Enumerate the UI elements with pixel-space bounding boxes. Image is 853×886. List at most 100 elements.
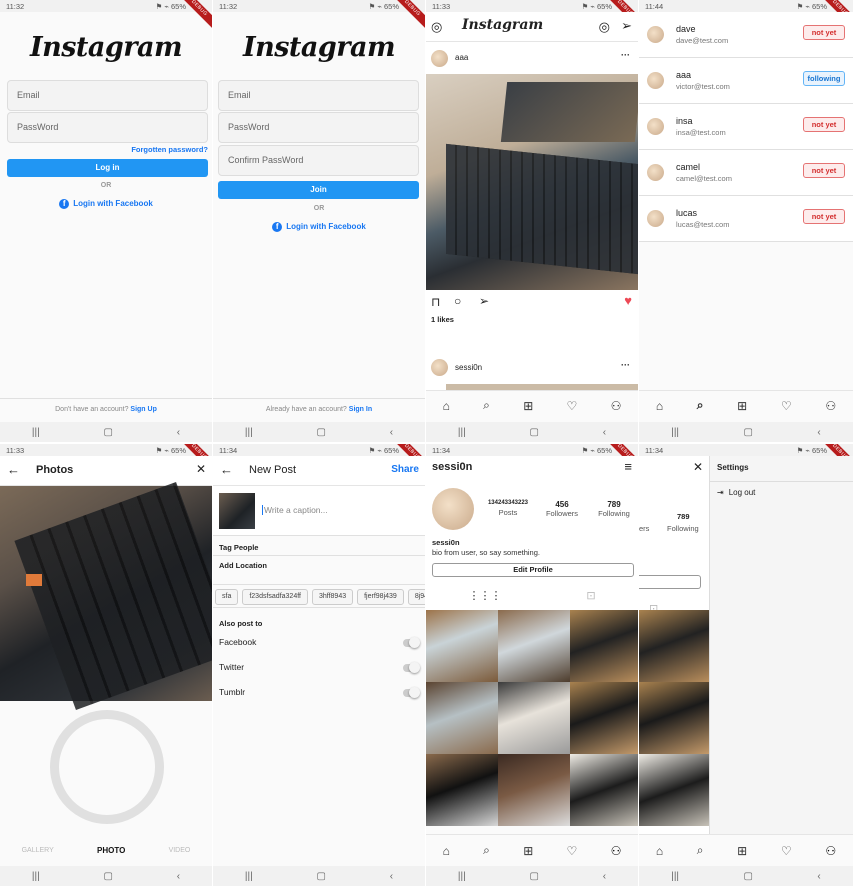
close-icon[interactable]: ✕ [196, 462, 206, 476]
grid-post[interactable] [639, 682, 709, 754]
list-item[interactable]: aaa victor@test.com following [639, 58, 853, 104]
camera-icon[interactable]: ◎ [599, 19, 610, 35]
post-username[interactable]: aaa [455, 53, 468, 62]
more-options-icon[interactable]: ··· [621, 50, 630, 60]
grid-post[interactable] [426, 610, 498, 682]
list-item[interactable]: dave dave@test.com not yet [639, 12, 853, 58]
follow-status-button[interactable]: following [803, 71, 845, 86]
caption-input[interactable]: Write a caption... [262, 505, 328, 515]
post-username[interactable]: sessi0n [455, 363, 482, 372]
bookmark-icon[interactable]: ⊓ [431, 295, 440, 309]
tab-photo[interactable]: PHOTO [97, 846, 125, 855]
add-location-row[interactable]: Add Location [213, 558, 425, 574]
home-icon[interactable]: ▢ [316, 871, 325, 882]
home-icon[interactable]: ▢ [744, 871, 753, 882]
grid-post[interactable] [639, 610, 709, 682]
grid-view-icon[interactable]: ⋮⋮⋮ [468, 589, 501, 602]
grid-post[interactable] [639, 754, 709, 826]
home-tab-icon[interactable]: ⌂ [656, 399, 663, 413]
avatar[interactable] [432, 488, 474, 530]
back-icon[interactable]: ‹ [177, 871, 180, 882]
back-arrow-icon[interactable]: ← [7, 462, 20, 477]
list-item[interactable]: lucas lucas@test.com not yet [639, 196, 853, 242]
grid-post[interactable] [426, 682, 498, 754]
close-icon[interactable]: ✕ [693, 460, 703, 474]
recents-icon[interactable]: ||| [458, 871, 466, 882]
email-field[interactable]: Email [7, 80, 208, 111]
tagged-icon[interactable]: ⊡ [586, 589, 595, 602]
password-field[interactable]: PassWord [7, 112, 208, 143]
tab-video[interactable]: VIDEO [169, 847, 191, 854]
share-icon[interactable]: ➢ [479, 294, 489, 308]
profile-tab-icon[interactable]: ⚇ [825, 399, 836, 413]
direct-message-icon[interactable]: ➢ [621, 18, 632, 34]
list-item[interactable]: camel camel@test.com not yet [639, 150, 853, 196]
location-chip[interactable]: sfa [215, 589, 239, 605]
follow-status-button[interactable]: not yet [803, 163, 845, 178]
back-icon[interactable]: ‹ [603, 871, 606, 882]
activity-tab-icon[interactable]: ♡ [567, 399, 578, 413]
recents-icon[interactable]: ||| [671, 427, 679, 438]
back-icon[interactable]: ‹ [817, 871, 820, 882]
grid-post[interactable] [498, 754, 570, 826]
profile-tab-icon[interactable]: ⚇ [611, 844, 622, 858]
login-button[interactable]: Log in [7, 159, 208, 177]
profile-tab-icon[interactable]: ⚇ [825, 844, 836, 858]
comment-icon[interactable]: ○ [454, 294, 461, 308]
home-icon[interactable]: ▢ [744, 427, 753, 438]
home-icon[interactable]: ▢ [529, 871, 538, 882]
recents-icon[interactable]: ||| [245, 427, 253, 438]
activity-tab-icon[interactable]: ♡ [781, 844, 792, 858]
location-chip[interactable]: 8j94 [407, 589, 425, 605]
liked-heart-icon[interactable]: ♥ [624, 293, 632, 308]
search-tab-icon[interactable]: ⌕ [697, 843, 704, 858]
home-tab-icon[interactable]: ⌂ [443, 844, 450, 858]
follow-status-button[interactable]: not yet [803, 25, 845, 40]
facebook-login-link[interactable]: f Login with Facebook [213, 222, 425, 232]
signup-link[interactable]: Sign Up [130, 406, 156, 413]
post-image[interactable] [426, 74, 638, 290]
follow-status-button[interactable]: not yet [803, 209, 845, 224]
share-button[interactable]: Share [391, 464, 419, 475]
home-tab-icon[interactable]: ⌂ [656, 844, 663, 858]
back-icon[interactable]: ‹ [390, 427, 393, 438]
location-chip[interactable]: fjerf98j439 [357, 589, 404, 605]
followers-stat[interactable]: 456 Followers [540, 500, 584, 518]
profile-tab-icon[interactable]: ⚇ [611, 399, 622, 413]
search-tab-icon[interactable]: ⌕ [483, 398, 490, 413]
recents-icon[interactable]: ||| [32, 871, 40, 882]
confirm-password-field[interactable]: Confirm PassWord [218, 145, 419, 176]
email-field[interactable]: Email [218, 80, 419, 111]
avatar[interactable] [431, 50, 448, 67]
logout-item[interactable]: ⇥ Log out [717, 488, 755, 497]
camera-icon[interactable]: ◎ [431, 19, 442, 35]
password-field[interactable]: PassWord [218, 112, 419, 143]
grid-post[interactable] [498, 682, 570, 754]
edit-profile-button-partial[interactable] [639, 575, 701, 589]
signin-link[interactable]: Sign In [349, 406, 372, 413]
add-post-tab-icon[interactable]: ⊞ [737, 399, 747, 413]
location-chip[interactable]: 3hff8943 [311, 589, 354, 605]
tab-gallery[interactable]: GALLERY [22, 847, 54, 854]
search-tab-icon[interactable]: ⌕ [483, 843, 490, 858]
home-icon[interactable]: ▢ [103, 871, 112, 882]
menu-icon[interactable]: ≡ [624, 459, 632, 474]
facebook-login-link[interactable]: f Login with Facebook [0, 199, 212, 209]
more-options-icon[interactable]: ··· [621, 360, 630, 370]
facebook-toggle[interactable] [403, 637, 420, 648]
add-post-tab-icon[interactable]: ⊞ [523, 844, 533, 858]
grid-post[interactable] [426, 754, 498, 826]
add-post-tab-icon[interactable]: ⊞ [523, 399, 533, 413]
search-tab-icon[interactable]: ⌕ [697, 398, 704, 413]
recents-icon[interactable]: ||| [32, 427, 40, 438]
tag-people-row[interactable]: Tag People [213, 540, 425, 556]
recents-icon[interactable]: ||| [245, 871, 253, 882]
tumblr-toggle[interactable] [403, 687, 420, 698]
list-item[interactable]: insa insa@test.com not yet [639, 104, 853, 150]
shutter-button[interactable] [50, 710, 164, 824]
join-button[interactable]: Join [218, 181, 419, 199]
grid-post[interactable] [570, 610, 638, 682]
back-icon[interactable]: ‹ [177, 427, 180, 438]
activity-tab-icon[interactable]: ♡ [567, 844, 578, 858]
add-post-tab-icon[interactable]: ⊞ [737, 844, 747, 858]
